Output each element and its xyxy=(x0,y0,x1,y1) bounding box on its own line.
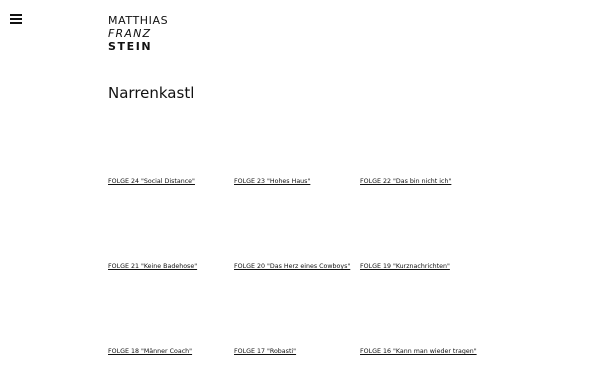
menu-bar xyxy=(10,22,22,24)
hamburger-menu-icon[interactable] xyxy=(10,13,23,24)
page: MATTHIAS FRANZ STEIN Narrenkastl FOLGE 2… xyxy=(0,0,600,375)
menu-bar xyxy=(10,18,22,20)
episode-grid: FOLGE 24 "Social Distance" FOLGE 23 "Hoh… xyxy=(108,0,528,375)
episode-link[interactable]: FOLGE 18 "Männer Coach" xyxy=(108,348,192,355)
episode-link[interactable]: FOLGE 22 "Das bin nicht ich" xyxy=(360,178,451,185)
episode-link[interactable]: FOLGE 21 "Keine Badehose" xyxy=(108,263,197,270)
episode-link[interactable]: FOLGE 17 "Robasti" xyxy=(234,348,296,355)
episode-link[interactable]: FOLGE 16 "Kann man wieder tragen" xyxy=(360,348,477,355)
episode-link[interactable]: FOLGE 24 "Social Distance" xyxy=(108,178,195,185)
episode-link[interactable]: FOLGE 19 "Kurznachrichten" xyxy=(360,263,450,270)
episode-link[interactable]: FOLGE 20 "Das Herz eines Cowboys" xyxy=(234,263,350,270)
menu-bar xyxy=(10,14,22,16)
episode-link[interactable]: FOLGE 23 "Hohes Haus" xyxy=(234,178,310,185)
